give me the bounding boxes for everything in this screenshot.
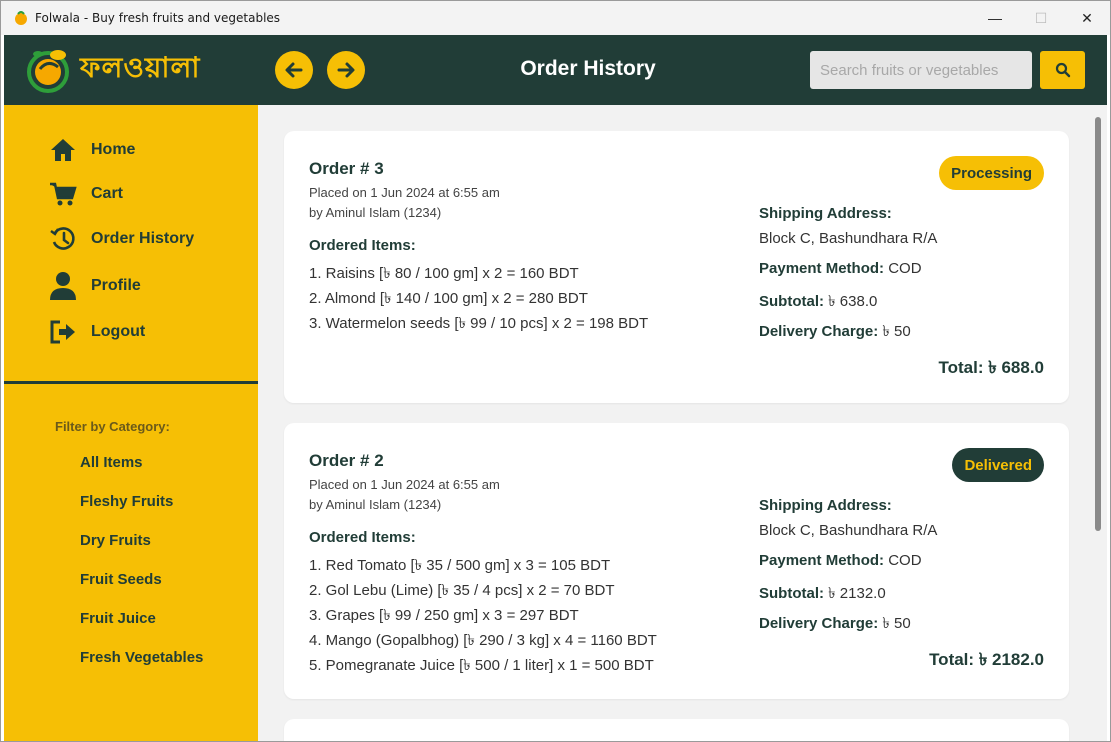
status-badge: Processing — [939, 156, 1044, 190]
search-button[interactable] — [1040, 51, 1085, 89]
cart-icon — [49, 180, 77, 208]
window-title: Folwala - Buy fresh fruits and vegetable… — [35, 11, 281, 25]
delivery-charge: Delivery Charge: ৳ 50 — [759, 615, 911, 632]
shipping-address-label: Shipping Address: — [759, 497, 892, 514]
search-input[interactable] — [810, 51, 1032, 89]
brand-name: ফলওয়ালা — [80, 50, 201, 84]
scrollbar-thumb[interactable] — [1095, 117, 1101, 531]
order-list: Order # 3 Placed on 1 Jun 2024 at 6:55 a… — [258, 105, 1107, 741]
app-window: Folwala - Buy fresh fruits and vegetable… — [0, 0, 1111, 742]
delivery-charge: Delivery Charge: ৳ 50 — [759, 323, 911, 340]
app-logo-icon — [15, 11, 27, 25]
close-button[interactable]: ✕ — [1064, 1, 1110, 35]
minimize-button[interactable]: — — [972, 1, 1018, 35]
app-header: ফলওয়ালা Order History — [4, 35, 1107, 105]
ordered-items-heading: Ordered Items: — [309, 237, 416, 254]
sidebar-divider — [4, 381, 258, 384]
order-customer: by Aminul Islam (1234) — [309, 497, 442, 512]
status-badge: Delivered — [952, 448, 1044, 482]
sidebar: Home Cart Order History Profile Logout F… — [4, 105, 258, 741]
order-card: Order # 2 Placed on 1 Jun 2024 at 6:55 a… — [284, 423, 1069, 699]
ordered-items-heading: Ordered Items: — [309, 529, 416, 546]
sidebar-item-label: Home — [91, 141, 136, 158]
shipping-address-value: Block C, Bashundhara R/A — [759, 522, 938, 539]
page-title: Order History — [520, 57, 656, 80]
order-item: 5. Pomegranate Juice [৳ 500 / 1 liter] x… — [309, 657, 654, 674]
order-date: Placed on 1 Jun 2024 at 6:55 am — [309, 477, 500, 492]
user-icon — [49, 272, 77, 300]
order-title: Order # 2 — [309, 451, 384, 470]
sidebar-item-profile[interactable]: Profile — [49, 271, 141, 301]
logout-icon — [49, 318, 77, 346]
maximize-button[interactable]: ☐ — [1018, 1, 1064, 35]
category-fresh-vegetables[interactable]: Fresh Vegetables — [80, 649, 203, 666]
order-card — [284, 719, 1069, 741]
payment-method: Payment Method: COD — [759, 552, 922, 569]
category-all-items[interactable]: All Items — [80, 454, 143, 471]
order-title: Order # 3 — [309, 159, 384, 178]
payment-method: Payment Method: COD — [759, 260, 922, 277]
brand-logo[interactable]: ফলওয়ালা — [22, 45, 201, 93]
sidebar-item-order-history[interactable]: Order History — [49, 224, 194, 254]
order-item: 1. Raisins [৳ 80 / 100 gm] x 2 = 160 BDT — [309, 265, 579, 282]
category-fruit-juice[interactable]: Fruit Juice — [80, 610, 156, 627]
subtotal: Subtotal: ৳ 2132.0 — [759, 585, 886, 602]
order-item: 2. Almond [৳ 140 / 100 gm] x 2 = 280 BDT — [309, 290, 588, 307]
sidebar-item-home[interactable]: Home — [49, 135, 135, 165]
order-total: Total: ৳ 2182.0 — [929, 650, 1044, 669]
category-fruit-seeds[interactable]: Fruit Seeds — [80, 571, 162, 588]
sidebar-item-label: Profile — [91, 277, 141, 294]
order-total: Total: ৳ 688.0 — [938, 358, 1044, 377]
sidebar-item-logout[interactable]: Logout — [49, 317, 145, 347]
filter-title: Filter by Category: — [55, 419, 170, 434]
arrow-right-icon — [337, 62, 355, 78]
shipping-address-value: Block C, Bashundhara R/A — [759, 230, 938, 247]
order-item: 1. Red Tomato [৳ 35 / 500 gm] x 3 = 105 … — [309, 557, 611, 574]
back-button[interactable] — [275, 51, 313, 89]
sidebar-item-label: Logout — [91, 323, 146, 340]
order-card: Order # 3 Placed on 1 Jun 2024 at 6:55 a… — [284, 131, 1069, 403]
order-customer: by Aminul Islam (1234) — [309, 205, 442, 220]
order-item: 2. Gol Lebu (Lime) [৳ 35 / 4 pcs] x 2 = … — [309, 582, 615, 599]
arrow-left-icon — [285, 62, 303, 78]
sidebar-item-label: Order History — [91, 230, 195, 247]
order-item: 4. Mango (Gopalbhog) [৳ 290 / 3 kg] x 4 … — [309, 632, 657, 649]
order-item: 3. Watermelon seeds [৳ 99 / 10 pcs] x 2 … — [309, 315, 649, 332]
sidebar-item-label: Cart — [91, 185, 124, 202]
order-item: 3. Grapes [৳ 99 / 250 gm] x 3 = 297 BDT — [309, 607, 579, 624]
forward-button[interactable] — [327, 51, 365, 89]
search-icon — [1055, 62, 1070, 78]
order-date: Placed on 1 Jun 2024 at 6:55 am — [309, 185, 500, 200]
shipping-address-label: Shipping Address: — [759, 205, 892, 222]
category-fleshy-fruits[interactable]: Fleshy Fruits — [80, 493, 173, 510]
home-icon — [49, 136, 77, 164]
history-icon — [49, 225, 77, 253]
title-bar: Folwala - Buy fresh fruits and vegetable… — [1, 1, 1110, 35]
category-dry-fruits[interactable]: Dry Fruits — [80, 532, 151, 549]
fruit-basket-icon — [27, 50, 69, 93]
subtotal: Subtotal: ৳ 638.0 — [759, 293, 878, 310]
sidebar-item-cart[interactable]: Cart — [49, 179, 123, 209]
